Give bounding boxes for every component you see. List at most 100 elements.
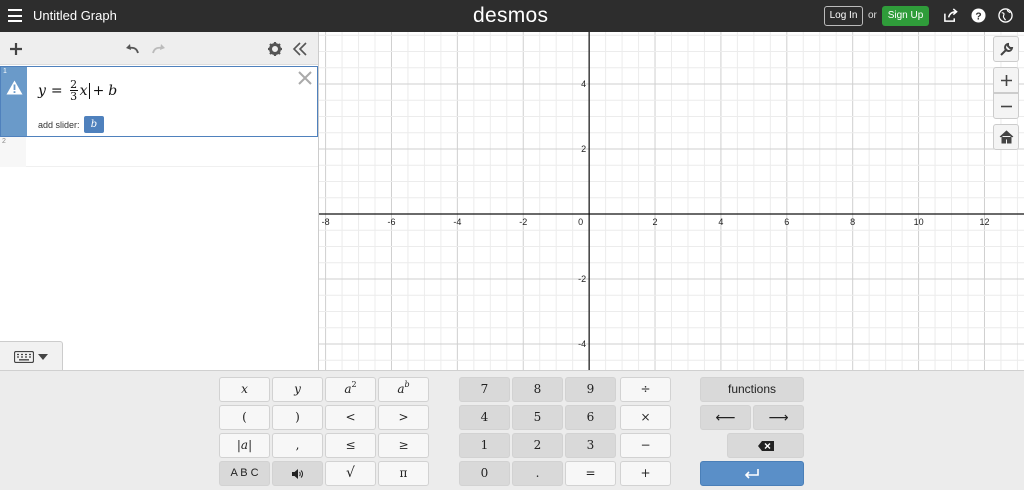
expression-formula[interactable]: y = 2 3 x + b	[38, 79, 117, 102]
key-backspace[interactable]	[727, 433, 804, 458]
key-plus[interactable]: +	[620, 461, 671, 486]
y-tick-label: 2	[581, 144, 586, 154]
key-greater-than[interactable]: >	[378, 405, 429, 430]
add-slider-b-button[interactable]: b	[84, 116, 104, 133]
keyboard-icon	[14, 351, 34, 363]
help-icon[interactable]: ?	[971, 8, 986, 23]
key-3[interactable]: 3	[565, 433, 616, 458]
keypad-toggle-button[interactable]	[0, 341, 63, 370]
x-tick-label: 10	[914, 217, 924, 227]
share-icon[interactable]	[943, 8, 958, 23]
settings-gear-icon[interactable]	[267, 41, 283, 57]
fraction-numerator: 2	[70, 78, 78, 91]
home-icon	[999, 130, 1014, 144]
key-greater-equal[interactable]: ≥	[378, 433, 429, 458]
or-text: or	[868, 10, 877, 21]
graph-settings-button[interactable]	[993, 36, 1019, 62]
formula-fraction: 2 3	[69, 78, 78, 103]
key-less-than[interactable]: <	[325, 405, 376, 430]
default-viewport-button[interactable]	[993, 124, 1019, 150]
key-divide[interactable]: ÷	[620, 377, 671, 402]
key-close-paren[interactable]: )	[272, 405, 323, 430]
expression-item-1[interactable]: 1 y = 2 3 x + b add slider: b	[0, 66, 318, 137]
graph-canvas[interactable]: -8 -6 -4 -2 0 2 4 6 8 10 12 4 2 -2 -4	[319, 32, 1024, 370]
x-tick-label: 4	[718, 217, 723, 227]
x-tick-label: -4	[453, 217, 461, 227]
key-8[interactable]: 8	[512, 377, 563, 402]
delete-expression-close-icon[interactable]	[298, 71, 312, 85]
key-open-paren[interactable]: (	[219, 405, 270, 430]
expression-index: 1	[3, 68, 7, 75]
zoom-out-minus-icon	[1001, 105, 1012, 108]
formula-b: b	[108, 82, 118, 99]
zoom-in-button[interactable]	[993, 67, 1019, 93]
language-globe-icon[interactable]	[998, 8, 1013, 23]
expression-item-2[interactable]: 2	[0, 137, 318, 167]
signup-button[interactable]: Sign Up	[882, 6, 929, 26]
y-tick-label: -4	[578, 339, 586, 349]
login-button[interactable]: Log In	[824, 6, 863, 26]
key-a-squared[interactable]: a2	[325, 377, 376, 402]
expression-index: 2	[2, 138, 6, 145]
key-5[interactable]: 5	[512, 405, 563, 430]
key-y[interactable]: y	[272, 377, 323, 402]
desmos-logo: desmos	[473, 4, 549, 27]
key-4[interactable]: 4	[459, 405, 510, 430]
menu-icon[interactable]	[8, 9, 22, 22]
zoom-out-button[interactable]	[993, 93, 1019, 119]
svg-text:?: ?	[975, 11, 981, 22]
key-absolute-value[interactable]: |a|	[219, 433, 270, 458]
key-comma[interactable]: ,	[272, 433, 323, 458]
formula-x: x	[79, 82, 88, 99]
key-2[interactable]: 2	[512, 433, 563, 458]
key-multiply[interactable]: ×	[620, 405, 671, 430]
key-7[interactable]: 7	[459, 377, 510, 402]
key-equals[interactable]: =	[565, 461, 616, 486]
key-decimal[interactable]: .	[512, 461, 563, 486]
key-enter[interactable]	[700, 461, 804, 486]
key-9[interactable]: 9	[565, 377, 616, 402]
key-right-arrow[interactable]: ⟶	[753, 405, 804, 430]
key-a-power-b[interactable]: ab	[378, 377, 429, 402]
key-x[interactable]: x	[219, 377, 270, 402]
y-tick-label: 4	[581, 79, 586, 89]
add-slider-label: add slider:	[38, 120, 80, 130]
functions-button[interactable]: functions	[700, 377, 804, 402]
key-left-arrow[interactable]: ⟵	[700, 405, 751, 430]
x-tick-label: 2	[653, 217, 658, 227]
redo-icon[interactable]	[151, 41, 167, 57]
enter-return-icon	[744, 469, 759, 479]
key-minus[interactable]: −	[620, 433, 671, 458]
formula-plus: +	[92, 82, 105, 99]
collapse-panel-icon[interactable]	[292, 41, 308, 57]
expression-gutter: 2	[0, 137, 26, 167]
key-6[interactable]: 6	[565, 405, 616, 430]
x-tick-label: 12	[979, 217, 989, 227]
formula-equals: =	[50, 82, 63, 99]
key-audio-trace[interactable]	[272, 461, 323, 486]
key-pi[interactable]: π	[378, 461, 429, 486]
warning-icon[interactable]	[6, 80, 23, 95]
graph-title[interactable]: Untitled Graph	[33, 8, 117, 23]
x-tick-label: 6	[784, 217, 789, 227]
x-tick-label: -6	[387, 217, 395, 227]
graph-paper[interactable]: -8 -6 -4 -2 0 2 4 6 8 10 12 4 2 -2 -4	[319, 32, 1024, 370]
wrench-icon	[1000, 42, 1014, 56]
key-less-equal[interactable]: ≤	[325, 433, 376, 458]
expression-toolbar	[0, 32, 318, 65]
add-item-plus-icon[interactable]	[8, 41, 24, 57]
x-tick-label: 8	[850, 217, 855, 227]
chevron-down-icon	[38, 354, 48, 360]
text-cursor	[88, 82, 90, 99]
key-abc[interactable]: A B C	[219, 461, 270, 486]
key-0[interactable]: 0	[459, 461, 510, 486]
x-tick-label: -8	[322, 217, 330, 227]
y-tick-label: -2	[578, 274, 586, 284]
zoom-in-plus-icon	[1001, 75, 1012, 86]
formula-y: y	[38, 82, 46, 99]
top-bar: Untitled Graph desmos Log In or Sign Up …	[0, 0, 1024, 32]
key-square-root[interactable]: √	[325, 461, 376, 486]
fraction-denominator: 3	[70, 90, 78, 103]
undo-icon[interactable]	[124, 41, 140, 57]
key-1[interactable]: 1	[459, 433, 510, 458]
